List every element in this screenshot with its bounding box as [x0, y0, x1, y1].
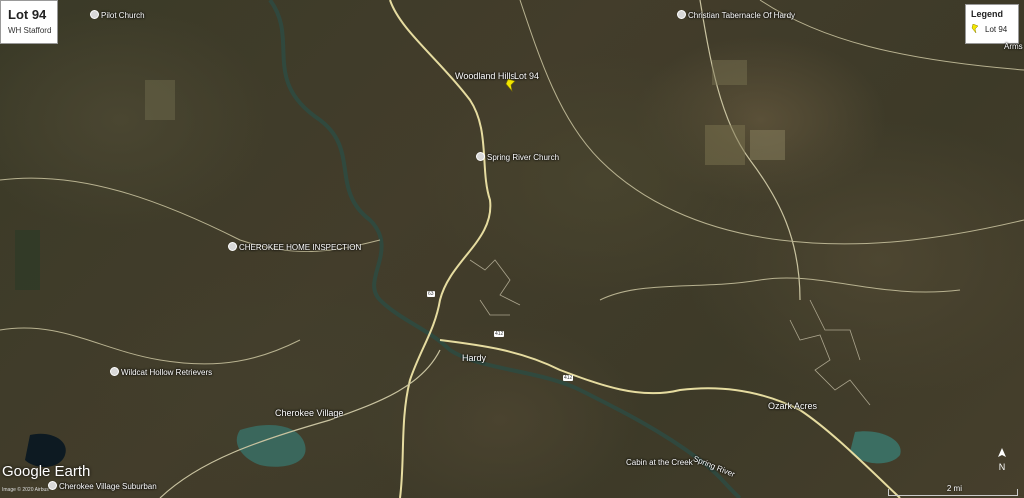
label-cherokee-home-inspection[interactable]: CHEROKEE HOME INSPECTION [228, 242, 361, 252]
business-icon [48, 481, 57, 490]
label-pilot-church[interactable]: Pilot Church [90, 10, 145, 20]
legend-title: Legend [971, 9, 1004, 19]
label-wildcat-hollow[interactable]: Wildcat Hollow Retrievers [110, 367, 212, 377]
label-cabin[interactable]: Cabin at the Creek [626, 458, 693, 467]
label-cherokee-suburban[interactable]: Cherokee Village Suburban [48, 481, 157, 491]
north-arrow-icon: N [998, 448, 1006, 472]
scale-bar: 2 mi [888, 484, 1018, 496]
label-spring-river-church[interactable]: Spring River Church [476, 152, 559, 162]
label-christian-tabernacle[interactable]: Christian Tabernacle Of Hardy [677, 10, 795, 20]
label-arms: Arms [1004, 42, 1023, 51]
label-cherokee-village: Cherokee Village [275, 408, 344, 418]
google-earth-logo: Google Earth [2, 463, 91, 480]
church-icon [677, 10, 686, 19]
legend-item-label: Lot 94 [985, 24, 1008, 34]
image-copyright: Image © 2020 Airbus [2, 487, 49, 493]
business-icon [110, 367, 119, 376]
legend-item: Lot 94 [971, 24, 1013, 34]
label-lot[interactable]: Lot 94 [514, 71, 539, 81]
pushpin-icon [971, 24, 979, 34]
route-shield-63: 63 [427, 291, 435, 297]
scale-label: 2 mi [946, 484, 962, 493]
label-ozark-acres: Ozark Acres [768, 401, 818, 411]
title-box: Lot 94 WH Stafford [0, 0, 58, 44]
church-icon [476, 152, 485, 161]
map-author: WH Stafford [8, 26, 52, 35]
route-shield-412-a: 412 [494, 331, 505, 337]
church-icon [90, 10, 99, 19]
north-label: N [999, 462, 1006, 472]
business-icon [228, 242, 237, 251]
label-hardy: Hardy [462, 353, 487, 363]
label-woodland-hills: Woodland Hills [455, 71, 515, 81]
route-shield-412-b: 412 [563, 375, 574, 381]
legend: Legend Lot 94 [965, 4, 1019, 44]
map-title: Lot 94 [8, 7, 47, 22]
